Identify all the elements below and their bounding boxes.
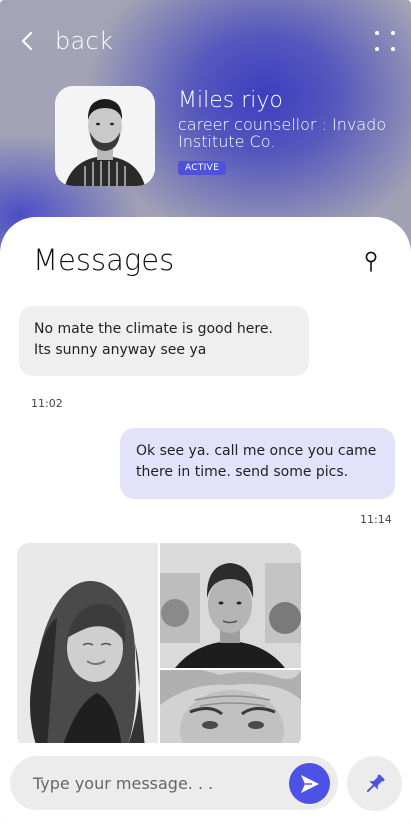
- photo-attachment-grid[interactable]: [17, 543, 301, 748]
- chevron-left-icon[interactable]: [18, 30, 36, 52]
- send-icon: [300, 774, 319, 793]
- four-dots-icon[interactable]: [375, 31, 395, 51]
- message-time: 11:14: [360, 513, 392, 526]
- messages-title: Messages: [33, 243, 175, 277]
- back-button[interactable]: back: [55, 27, 113, 55]
- incoming-message: No mate the climate is good here. Its su…: [19, 306, 309, 376]
- message-time: 11:02: [31, 397, 63, 410]
- message-composer: [0, 743, 411, 823]
- pushpin-icon: [366, 774, 384, 792]
- photo-man[interactable]: [160, 543, 301, 668]
- outgoing-message: Ok see ya. call me once you came there i…: [120, 428, 395, 499]
- photo-older-man[interactable]: [160, 670, 301, 748]
- photo-woman[interactable]: [17, 543, 158, 748]
- profile-role: career counsellor : Invado Institute Co.: [178, 115, 387, 151]
- pin-icon[interactable]: [364, 251, 378, 273]
- status-badge: ACTIVE: [178, 161, 227, 175]
- messages-panel: Messages No mate the climate is good her…: [0, 217, 411, 823]
- avatar: [55, 86, 155, 186]
- chat-screen: back Miles riyo career counsellor : Inva…: [0, 0, 411, 823]
- profile-name: Miles riyo: [178, 88, 283, 113]
- pin-button[interactable]: [347, 756, 402, 811]
- top-bar: back: [0, 0, 411, 85]
- send-button[interactable]: [289, 763, 330, 804]
